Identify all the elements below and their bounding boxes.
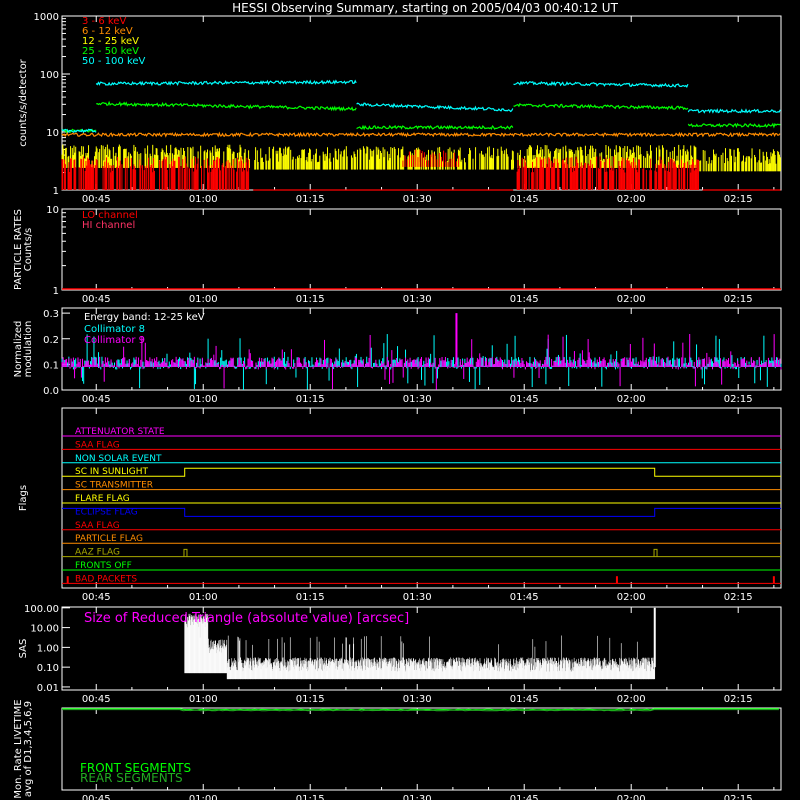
sas-ytick-label: 10.00 [30,624,59,635]
count-rates-xtick-label: 01:15 [296,194,325,205]
count-rates-xtick-label: 01:30 [403,194,432,205]
particle-rates-xtick-label: 00:45 [82,294,111,305]
series-6-12kev [61,131,781,138]
flag-eclipse-flag-label: ECLIPSE FLAG [75,507,138,517]
modulation-xtick-label: 01:15 [296,394,325,405]
flag-sc-in-sunlight-line [62,467,781,477]
particle-rates-xtick-label: 01:45 [510,294,539,305]
sas-xtick-label: 01:15 [296,694,325,705]
modulation-xtick-label: 01:00 [189,394,218,405]
legend-50-100kev: 50 - 100 keV [82,56,146,67]
sas-annotation: Size of Reduced Triangle (absolute value… [84,611,409,626]
modulation-ytick-label: 0.0 [43,386,59,397]
modulation-ytick-label: 0.2 [43,335,59,346]
modulation-xtick-label: 00:45 [82,394,111,405]
flag-eclipse-flag-line [62,507,781,517]
flags-ylabel: Flags [18,485,29,511]
count-rate-line [95,79,357,87]
count-rates-ytick-label: 100 [40,70,59,81]
modulation-ytick-label: 0.3 [43,309,59,320]
modulation-xtick-label: 02:00 [617,394,646,405]
flags-xtick-label: 01:45 [510,592,539,603]
legend-collimator-9: Collimator 9 [84,335,145,346]
count-rates-xtick-label: 02:15 [724,194,753,205]
sas-xtick-label: 02:00 [617,694,646,705]
hessi-summary-figure: HESSI Observing Summary, starting on 200… [13,1,782,800]
particle-rates-xtick-label: 02:15 [724,294,753,305]
flags-xtick-label: 02:00 [617,592,646,603]
sas-xtick-label: 01:00 [189,694,218,705]
flags-frame [61,407,782,589]
count-rate-line [96,100,357,112]
count-rates-ytick-label: 1 [53,186,59,197]
modulation-ylabel: modulation [23,321,34,378]
particle-rates-xtick-label: 01:15 [296,294,325,305]
livetime-rear-segments [62,709,779,712]
sas-ytick-label: 100.00 [24,604,59,615]
count-rate-line [61,131,781,138]
sas-ylabel: SAS [18,639,29,659]
livetime-xtick-label: 01:45 [510,794,539,800]
sas-xtick-label: 02:15 [724,694,753,705]
flags-xtick-label: 01:15 [296,592,325,603]
legend-hi-channel: HI channel [82,220,135,231]
livetime-xtick-label: 01:15 [296,794,325,800]
sas-xtick-label: 01:45 [510,694,539,705]
livetime-xtick-label: 01:30 [403,794,432,800]
count-rates-xtick-label: 02:00 [617,194,646,205]
livetime-xtick-label: 02:15 [724,794,753,800]
livetime-xtick-label: 01:00 [189,794,218,800]
count-rates-ylabel: counts/s/detector [18,58,29,146]
count-rates-xtick-label: 01:45 [510,194,539,205]
sas-ytick-label: 0.01 [37,683,59,694]
flags-xtick-label: 00:45 [82,592,111,603]
count-rate-line [687,122,781,129]
modulation-ytick-label: 0.1 [43,360,59,371]
livetime-xtick-label: 02:00 [617,794,646,800]
sas-xtick-label: 01:30 [403,694,432,705]
particle-rates-frame [61,208,782,291]
particle-rates-xtick-label: 01:30 [403,294,432,305]
legend-collimator-8: Collimator 8 [84,324,145,335]
count-rate-line [687,108,781,114]
count-rates-xtick-label: 01:00 [189,194,218,205]
figure-title: HESSI Observing Summary, starting on 200… [232,1,618,15]
modulation-annotation: Energy band: 12-25 keV [84,312,205,323]
sas-xtick-label: 00:45 [82,694,111,705]
count-rate-line [356,102,514,113]
count-rates-ytick-label: 1000 [34,12,59,23]
particle-rates-ytick-label: 10 [46,205,59,216]
flag-aaz-flag-pulse [183,548,188,557]
particle-rates-xtick-label: 01:00 [189,294,218,305]
sas-ytick-label: 0.10 [37,663,59,674]
particle-rates-ytick-label: 1 [53,286,59,297]
livetime-ylabel: avg of D1,3,4,5,6,9 [23,701,34,797]
count-rate-line [356,124,514,131]
modulation-xtick-label: 01:45 [510,394,539,405]
modulation-xtick-label: 02:15 [724,394,753,405]
legend-rear-segments: REAR SEGMENTS [80,771,183,785]
particle-rates-ylabel: Counts/s [23,228,34,272]
modulation-xtick-label: 01:30 [403,394,432,405]
livetime-xtick-label: 00:45 [82,794,111,800]
flags-xtick-label: 01:00 [189,592,218,603]
flag-aaz-flag-pulse [653,548,658,557]
sas-ytick-label: 1.00 [37,643,59,654]
count-rate-line [513,80,689,89]
modulation-series-collimator-9 [61,333,782,390]
count-rates-ytick-label: 10 [46,128,59,139]
count-rate-line [513,102,689,111]
particle-rates-xtick-label: 02:00 [617,294,646,305]
flags-xtick-label: 01:30 [403,592,432,603]
count-rates-xtick-label: 00:45 [82,194,111,205]
flags-xtick-label: 02:15 [724,592,753,603]
